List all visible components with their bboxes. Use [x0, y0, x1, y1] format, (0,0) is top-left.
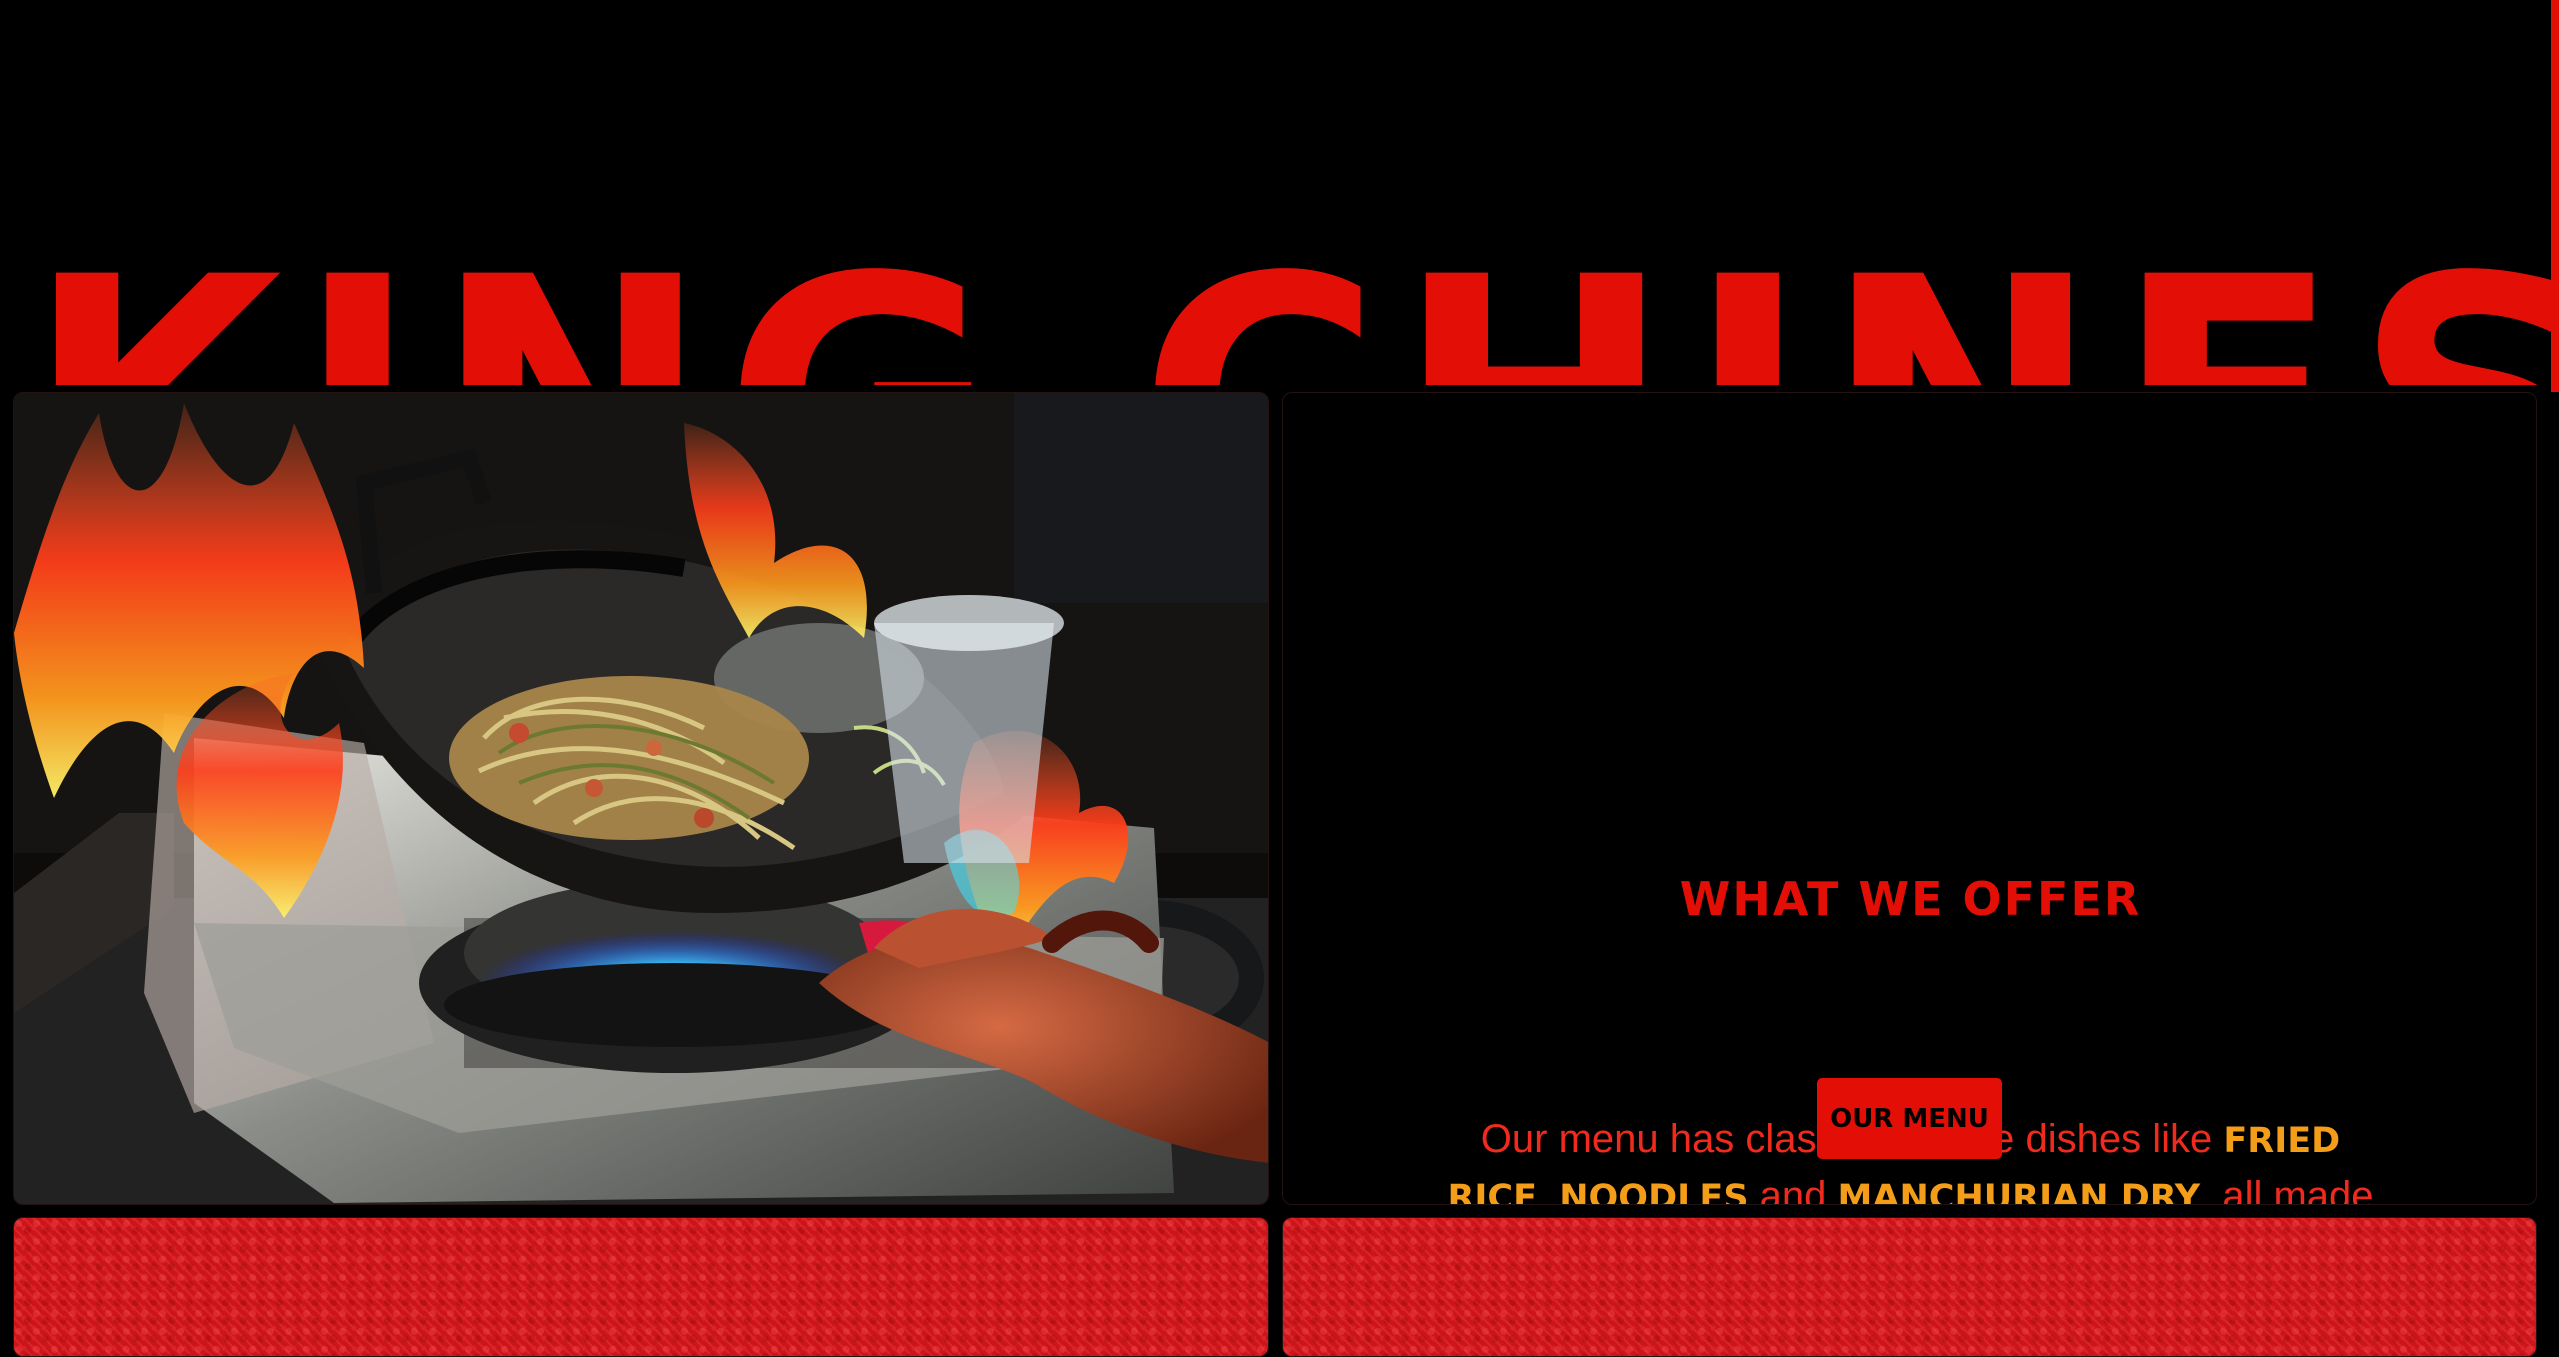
brand-title: KING CHINESE [26, 232, 2559, 385]
offer-heading: WHAT WE OFFER [1679, 872, 2142, 927]
red-edge-accent [2551, 0, 2559, 392]
red-texture-panel-left [13, 1217, 1269, 1357]
offer-panel: WHAT WE OFFER Our menu has classic chine… [1282, 392, 2537, 1205]
our-menu-button[interactable]: OUR MENU [1817, 1078, 2002, 1159]
red-texture-panel-right [1282, 1217, 2537, 1357]
cooking-photo [13, 392, 1269, 1205]
offer-text-and: and [1759, 1174, 1827, 1205]
hero-header: KING CHINESE [0, 0, 2559, 385]
dish-manchurian-dry: MANCHURIAN DRY [1837, 1178, 2201, 1205]
offer-text-comma: , [1537, 1174, 1549, 1205]
wok-fire-image [14, 393, 1268, 1204]
dish-noodles: NOODLES [1559, 1178, 1749, 1205]
